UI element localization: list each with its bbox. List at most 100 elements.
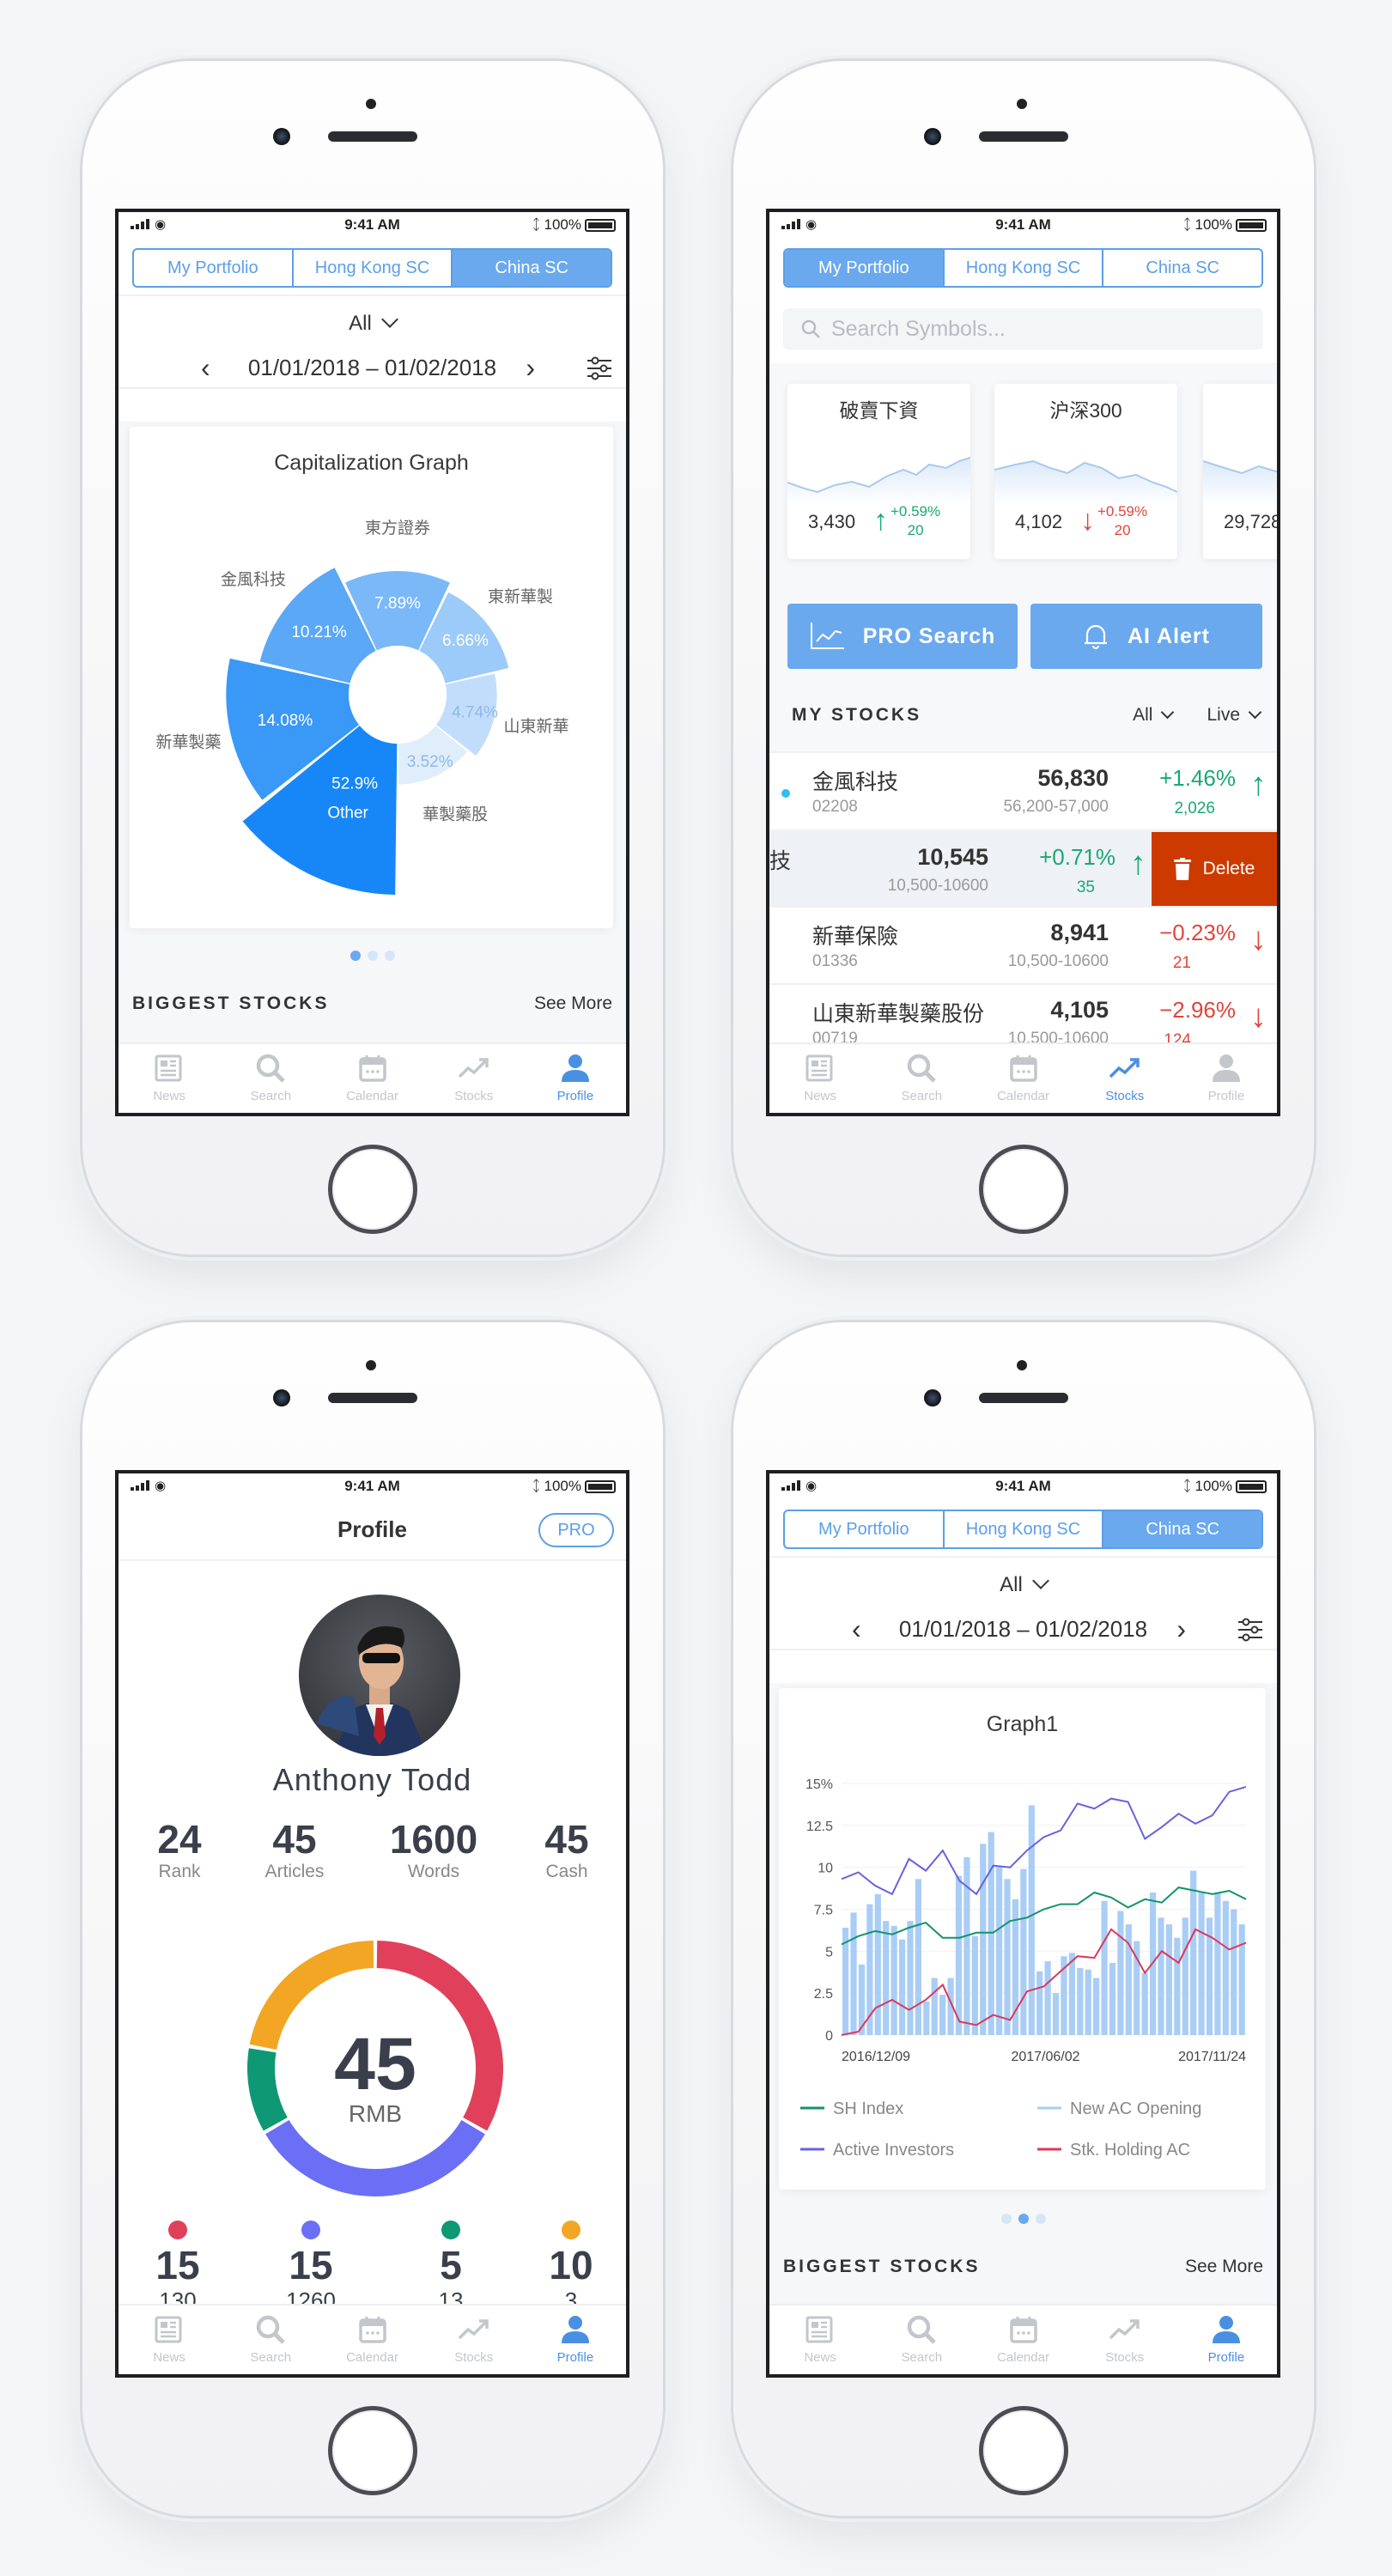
filter-live-dropdown[interactable]: Live — [1207, 705, 1262, 726]
bar[interactable] — [1036, 1971, 1043, 2035]
filter-all-dropdown[interactable]: All — [1133, 705, 1175, 726]
next-date-button[interactable]: › — [526, 346, 535, 389]
legend-label[interactable]: Active Investors — [833, 2141, 954, 2160]
tab-stocks[interactable]: Stocks — [1074, 1044, 1176, 1113]
tab-stocks[interactable]: Stocks — [423, 2306, 525, 2374]
index-card[interactable]: HS 29,728 — [1203, 384, 1277, 559]
tab-stocks[interactable]: Stocks — [423, 1044, 525, 1113]
bar[interactable] — [1182, 1917, 1188, 2035]
stock-row[interactable]: 技 10,545 10,500-10600 +0.71% 35 ↑ Delete — [769, 830, 1277, 906]
bar[interactable] — [1068, 1953, 1075, 2035]
donut-segment[interactable] — [265, 2119, 485, 2196]
bar[interactable] — [971, 1935, 978, 2035]
bar[interactable] — [1117, 1911, 1124, 2035]
bar[interactable] — [874, 1893, 881, 2035]
prev-date-button[interactable]: ‹ — [852, 1607, 861, 1650]
tab-profile[interactable]: Profile — [1176, 2306, 1277, 2374]
segment-china-sc[interactable]: China SC — [1103, 250, 1261, 286]
donut-segment[interactable] — [247, 2048, 289, 2131]
bar[interactable] — [1141, 1972, 1148, 2035]
pro-button[interactable]: PRO — [538, 1513, 614, 1547]
bar[interactable] — [1174, 1937, 1181, 2035]
bar[interactable] — [1052, 1993, 1060, 2035]
bar[interactable] — [1238, 1924, 1245, 2035]
tab-search[interactable]: Search — [871, 1044, 972, 1113]
bar[interactable] — [898, 1939, 906, 2035]
page-dot[interactable] — [1018, 2214, 1029, 2224]
series-line[interactable] — [841, 1785, 1247, 1896]
segment-my-portfolio[interactable]: My Portfolio — [785, 250, 945, 286]
tab-stocks[interactable]: Stocks — [1074, 2306, 1176, 2374]
tab-news[interactable]: News — [769, 2306, 871, 2374]
segment-my-portfolio[interactable]: My Portfolio — [134, 250, 294, 286]
tab-profile[interactable]: Profile — [525, 2306, 626, 2374]
filter-dropdown[interactable]: All — [769, 1572, 1277, 1597]
bar[interactable] — [923, 2001, 930, 2035]
prev-date-button[interactable]: ‹ — [201, 346, 210, 389]
bar[interactable] — [907, 1921, 914, 2035]
tab-search[interactable]: Search — [220, 2306, 321, 2374]
page-dot[interactable] — [367, 951, 378, 961]
segment-hong-kong-sc[interactable]: Hong Kong SC — [294, 250, 453, 286]
tab-news[interactable]: News — [119, 2306, 220, 2374]
tab-news[interactable]: News — [119, 1044, 220, 1113]
bar[interactable] — [1028, 1805, 1035, 2035]
page-dot[interactable] — [1000, 2214, 1012, 2224]
stock-row[interactable]: 金風科技 02208 56,830 56,200-57,000 +1.46% 2,026 ↑ — [769, 751, 1277, 829]
segment-china-sc[interactable]: China SC — [453, 250, 611, 286]
legend-label[interactable]: New AC Opening — [1070, 2099, 1201, 2118]
bar[interactable] — [850, 1912, 857, 2035]
bar[interactable] — [939, 1995, 946, 2035]
ai-alert-button[interactable]: AI Alert — [1030, 604, 1262, 669]
tab-calendar[interactable]: Calendar — [321, 1044, 422, 1113]
bar[interactable] — [1214, 1892, 1221, 2035]
bar[interactable] — [1198, 1892, 1205, 2035]
page-dot[interactable] — [1035, 2214, 1046, 2224]
home-button[interactable] — [979, 2406, 1068, 2495]
page-dot[interactable] — [350, 951, 361, 961]
bar[interactable] — [915, 1879, 921, 2035]
tab-search[interactable]: Search — [871, 2306, 972, 2374]
index-card[interactable]: 破賣下資 3,430 ↑ +0.59% 20 — [787, 384, 970, 559]
index-card[interactable]: 沪深300 4,102 ↓ +0.59% 20 — [994, 384, 1177, 559]
next-date-button[interactable]: › — [1176, 1607, 1186, 1650]
bar[interactable] — [1020, 1868, 1027, 2035]
bar[interactable] — [1004, 1879, 1011, 2035]
bar[interactable] — [1109, 1963, 1116, 2035]
filter-settings-icon[interactable] — [587, 356, 612, 380]
segment-hong-kong-sc[interactable]: Hong Kong SC — [945, 1511, 1104, 1547]
tab-search[interactable]: Search — [220, 1044, 321, 1113]
home-button[interactable] — [979, 1145, 1068, 1234]
delete-button[interactable]: Delete — [1152, 832, 1277, 906]
tab-news[interactable]: News — [769, 1044, 871, 1113]
bar[interactable] — [891, 1926, 897, 2035]
tab-calendar[interactable]: Calendar — [321, 2306, 422, 2374]
bar[interactable] — [988, 1832, 994, 2035]
segment-china-sc[interactable]: China SC — [1103, 1511, 1261, 1547]
home-button[interactable] — [328, 2406, 417, 2495]
tab-calendar[interactable]: Calendar — [972, 1044, 1073, 1113]
legend-label[interactable]: SH Index — [833, 2099, 903, 2118]
page-dot[interactable] — [384, 951, 395, 961]
see-more-link[interactable]: See More — [1185, 2257, 1263, 2277]
bar[interactable] — [931, 1978, 938, 2035]
tab-profile[interactable]: Profile — [525, 1044, 626, 1113]
bar[interactable] — [1165, 1924, 1173, 2035]
stock-row[interactable]: 新華保險 01336 8,941 10,500-10600 −0.23% 21 ↓ — [769, 906, 1277, 983]
bar[interactable] — [1044, 1961, 1051, 2035]
tab-profile[interactable]: Profile — [1176, 1044, 1277, 1113]
bar[interactable] — [1077, 1967, 1084, 2035]
bar[interactable] — [955, 1875, 963, 2035]
bar[interactable] — [1158, 1917, 1164, 2035]
bar[interactable] — [1190, 1870, 1197, 2035]
filter-settings-icon[interactable] — [1237, 1618, 1263, 1642]
filter-dropdown[interactable]: All — [119, 311, 626, 336]
home-button[interactable] — [328, 1145, 417, 1234]
tab-calendar[interactable]: Calendar — [972, 2306, 1073, 2374]
bar[interactable] — [1093, 1978, 1100, 2035]
avatar[interactable] — [299, 1595, 460, 1756]
segment-my-portfolio[interactable]: My Portfolio — [785, 1511, 945, 1547]
bar[interactable] — [1101, 1900, 1108, 2035]
legend-label[interactable]: Stk. Holding AC — [1070, 2141, 1190, 2160]
pro-search-button[interactable]: PRO Search — [787, 604, 1018, 669]
